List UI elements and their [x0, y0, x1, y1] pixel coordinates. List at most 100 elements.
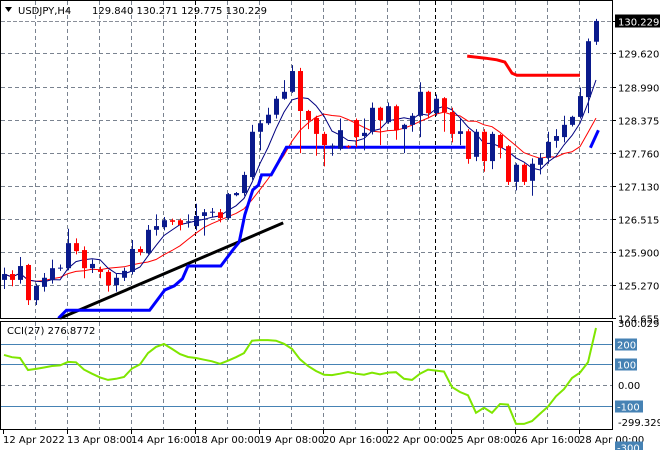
- candle[interactable]: [474, 129, 479, 162]
- candle[interactable]: [578, 87, 583, 119]
- candle-body: [82, 250, 87, 269]
- cci-level-label: 100: [617, 361, 636, 372]
- candle[interactable]: [394, 104, 399, 140]
- candle[interactable]: [442, 97, 447, 132]
- candle[interactable]: [378, 106, 383, 146]
- candle[interactable]: [314, 115, 319, 156]
- ohlc-label: 129.840 130.271 129.775 130.229: [92, 6, 267, 17]
- candle[interactable]: [146, 225, 151, 255]
- time-tick-label: 13 Apr 08:00: [67, 435, 132, 446]
- candle[interactable]: [362, 118, 367, 151]
- candle[interactable]: [90, 259, 95, 273]
- candle[interactable]: [434, 94, 439, 116]
- candle-body: [594, 20, 599, 42]
- candle[interactable]: [58, 264, 63, 271]
- candle-body: [386, 106, 391, 123]
- candle[interactable]: [490, 131, 495, 170]
- candle[interactable]: [506, 145, 511, 186]
- candle[interactable]: [210, 207, 215, 218]
- candle[interactable]: [114, 274, 119, 292]
- candle-body: [50, 268, 55, 280]
- candle[interactable]: [226, 193, 231, 220]
- candle[interactable]: [450, 107, 455, 143]
- candle-body: [26, 264, 31, 301]
- candle[interactable]: [354, 118, 359, 148]
- candle[interactable]: [186, 214, 191, 228]
- candle-body: [402, 124, 407, 130]
- candle[interactable]: [530, 158, 535, 196]
- time-tick-label: 20 Apr 16:00: [323, 435, 388, 446]
- price-tick-label: 126.515: [618, 216, 659, 227]
- price-tick-label: 129.620: [618, 50, 659, 61]
- collapse-triangle-icon[interactable]: [5, 7, 12, 12]
- candle-body: [98, 269, 103, 272]
- candle-body: [362, 132, 367, 137]
- candle[interactable]: [18, 256, 23, 284]
- candle[interactable]: [338, 118, 343, 151]
- candle[interactable]: [298, 67, 303, 154]
- candle[interactable]: [458, 118, 463, 146]
- candle[interactable]: [538, 153, 543, 175]
- candle[interactable]: [290, 65, 295, 93]
- cci-max-label: 300.0299: [618, 319, 660, 330]
- candle[interactable]: [42, 272, 47, 292]
- usdjpy-chart[interactable]: 130.229 129.620 128.990 128.375 127.760 127.1…: [0, 0, 660, 450]
- candle[interactable]: [586, 38, 591, 114]
- candle[interactable]: [322, 131, 327, 167]
- candle-body: [42, 277, 47, 287]
- candle-body: [274, 98, 279, 115]
- candle[interactable]: [410, 113, 415, 132]
- candle[interactable]: [154, 214, 159, 236]
- candle[interactable]: [74, 238, 79, 255]
- candle-body: [578, 96, 583, 117]
- candle[interactable]: [26, 263, 31, 305]
- candle[interactable]: [34, 283, 39, 305]
- candle[interactable]: [546, 131, 551, 164]
- candle[interactable]: [282, 80, 287, 100]
- trendline[interactable]: [59, 221, 284, 320]
- candle[interactable]: [498, 133, 503, 159]
- current-price-label: 130.229: [618, 18, 659, 29]
- candle[interactable]: [138, 246, 143, 256]
- candle[interactable]: [122, 267, 127, 281]
- candle[interactable]: [242, 171, 247, 196]
- candle[interactable]: [98, 266, 103, 279]
- candle-body: [242, 174, 247, 194]
- candle-body: [186, 221, 191, 223]
- candle[interactable]: [386, 102, 391, 124]
- candle-body: [514, 164, 519, 182]
- candle[interactable]: [466, 129, 471, 164]
- candle[interactable]: [562, 115, 567, 143]
- cci-panel[interactable]: [1, 327, 612, 425]
- candle[interactable]: [10, 270, 15, 287]
- candle-body: [34, 285, 39, 301]
- time-tick-label: 12 Apr 2022: [3, 435, 65, 446]
- candle[interactable]: [106, 269, 111, 292]
- candle-body: [66, 243, 71, 269]
- candle[interactable]: [554, 129, 559, 148]
- candle[interactable]: [82, 246, 87, 279]
- candle[interactable]: [418, 82, 423, 138]
- candle[interactable]: [178, 218, 183, 231]
- candle[interactable]: [66, 228, 71, 271]
- candle-body: [378, 107, 383, 121]
- candle[interactable]: [426, 90, 431, 119]
- candle-body: [226, 194, 231, 219]
- candle[interactable]: [266, 107, 271, 125]
- candle[interactable]: [370, 102, 375, 135]
- candle-body: [346, 146, 351, 148]
- candle[interactable]: [194, 203, 199, 231]
- candle[interactable]: [594, 18, 599, 45]
- candle[interactable]: [250, 124, 255, 180]
- candle[interactable]: [570, 115, 575, 127]
- resistance-line: [467, 54, 580, 77]
- candle[interactable]: [258, 120, 263, 151]
- candle[interactable]: [306, 109, 311, 130]
- candle[interactable]: [522, 163, 527, 186]
- candle[interactable]: [274, 96, 279, 119]
- candle[interactable]: [234, 191, 239, 197]
- candle[interactable]: [130, 239, 135, 275]
- candle[interactable]: [482, 129, 487, 172]
- candle[interactable]: [202, 209, 207, 236]
- price-panel[interactable]: [2, 18, 600, 320]
